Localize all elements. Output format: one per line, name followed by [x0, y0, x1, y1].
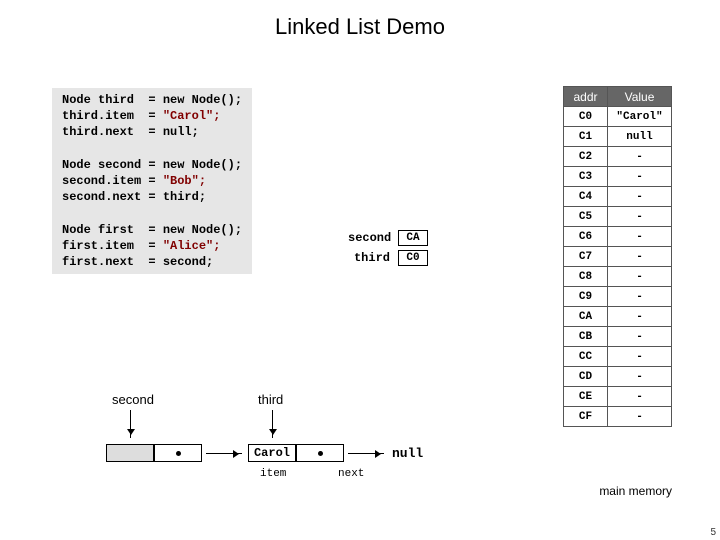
memory-addr-cell: C8: [564, 267, 608, 287]
memory-addr-cell: C9: [564, 287, 608, 307]
table-row: C7-: [564, 247, 672, 267]
memory-value-cell: -: [608, 247, 672, 267]
code-line: first.next = second;: [62, 255, 213, 269]
memory-value-cell: null: [608, 127, 672, 147]
arrow-right-icon: [348, 453, 384, 454]
memory-value-cell: -: [608, 147, 672, 167]
memory-addr-cell: CD: [564, 367, 608, 387]
pointer-labels: second CA third C0: [348, 228, 428, 268]
arrow-right-icon: [206, 453, 242, 454]
memory-value-cell: "Carol": [608, 107, 672, 127]
code-string: "Alice";: [163, 239, 221, 253]
memory-addr-cell: C7: [564, 247, 608, 267]
table-row: C0"Carol": [564, 107, 672, 127]
node-item-cell: Carol: [248, 444, 296, 462]
memory-addr-cell: CB: [564, 327, 608, 347]
memory-value-cell: -: [608, 347, 672, 367]
table-row: C4-: [564, 187, 672, 207]
code-line: second.item =: [62, 174, 163, 188]
memory-addr-cell: C3: [564, 167, 608, 187]
memory-header-addr: addr: [564, 87, 608, 107]
memory-header-value: Value: [608, 87, 672, 107]
table-row: C1null: [564, 127, 672, 147]
memory-value-cell: -: [608, 207, 672, 227]
memory-value-cell: -: [608, 407, 672, 427]
node-next-cell: [154, 444, 202, 462]
code-line: Node second = new Node();: [62, 158, 242, 172]
memory-value-cell: -: [608, 167, 672, 187]
code-line: third.item =: [62, 109, 163, 123]
table-row: C9-: [564, 287, 672, 307]
memory-value-cell: -: [608, 307, 672, 327]
code-line: Node first = new Node();: [62, 223, 242, 237]
memory-value-cell: -: [608, 287, 672, 307]
table-row: C6-: [564, 227, 672, 247]
table-row: C2-: [564, 147, 672, 167]
page-number: 5: [710, 527, 716, 538]
pointer-box: CA: [398, 230, 428, 246]
node-next-cell: [296, 444, 344, 462]
memory-addr-cell: C0: [564, 107, 608, 127]
node-third: Carol: [248, 444, 344, 462]
memory-addr-cell: C5: [564, 207, 608, 227]
code-line: Node third = new Node();: [62, 93, 242, 107]
code-line: first.item =: [62, 239, 163, 253]
table-row: CF-: [564, 407, 672, 427]
table-row: CB-: [564, 327, 672, 347]
pointer-row-third: third C0: [348, 248, 428, 268]
memory-addr-cell: C4: [564, 187, 608, 207]
third-label: third: [258, 392, 283, 407]
memory-addr-cell: CF: [564, 407, 608, 427]
memory-addr-cell: CA: [564, 307, 608, 327]
null-label: null: [392, 446, 423, 461]
code-string: "Carol";: [163, 109, 221, 123]
memory-table: addr Value C0"Carol"C1nullC2-C3-C4-C5-C6…: [563, 86, 672, 427]
memory-value-cell: -: [608, 387, 672, 407]
memory-value-cell: -: [608, 187, 672, 207]
dot-icon: [318, 451, 323, 456]
table-row: CA-: [564, 307, 672, 327]
table-row: C8-: [564, 267, 672, 287]
next-caption: next: [338, 468, 364, 480]
table-row: CD-: [564, 367, 672, 387]
code-string: "Bob";: [163, 174, 206, 188]
node-second: [106, 444, 202, 462]
page-title: Linked List Demo: [0, 0, 720, 58]
dot-icon: [176, 451, 181, 456]
code-line: second.next = third;: [62, 190, 206, 204]
arrow-down-icon: [272, 410, 273, 438]
memory-value-cell: -: [608, 367, 672, 387]
memory-value-cell: -: [608, 327, 672, 347]
pointer-name: third: [348, 251, 398, 265]
memory-caption: main memory: [599, 484, 672, 498]
memory-addr-cell: C2: [564, 147, 608, 167]
arrow-down-icon: [130, 410, 131, 438]
second-label: second: [112, 392, 154, 407]
code-line: third.next = null;: [62, 125, 199, 139]
memory-value-cell: -: [608, 267, 672, 287]
pointer-name: second: [348, 231, 398, 245]
table-row: CE-: [564, 387, 672, 407]
memory-value-cell: -: [608, 227, 672, 247]
pointer-box: C0: [398, 250, 428, 266]
code-block: Node third = new Node(); third.item = "C…: [52, 88, 252, 274]
item-caption: item: [260, 468, 286, 480]
memory-addr-cell: C1: [564, 127, 608, 147]
memory-addr-cell: C6: [564, 227, 608, 247]
table-row: CC-: [564, 347, 672, 367]
memory-addr-cell: CC: [564, 347, 608, 367]
pointer-row-second: second CA: [348, 228, 428, 248]
table-row: C5-: [564, 207, 672, 227]
table-row: C3-: [564, 167, 672, 187]
node-item-cell: [106, 444, 154, 462]
memory-addr-cell: CE: [564, 387, 608, 407]
